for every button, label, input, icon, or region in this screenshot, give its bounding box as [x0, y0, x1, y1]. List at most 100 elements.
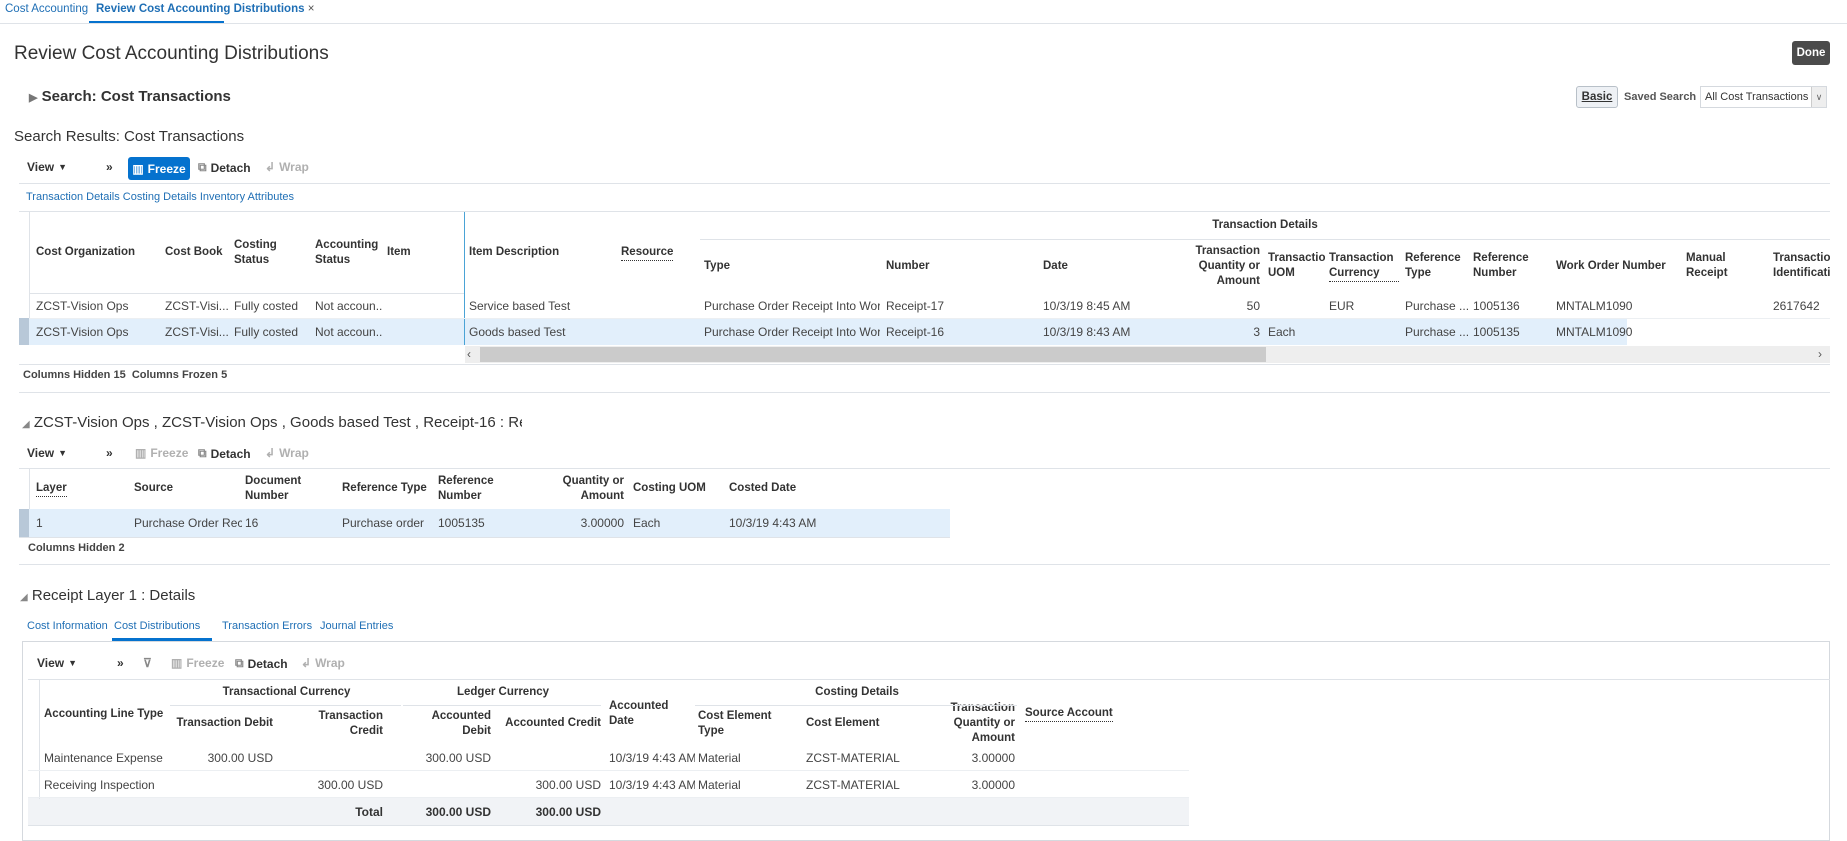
row-selector[interactable]: [19, 318, 29, 345]
basic-button[interactable]: Basic: [1576, 86, 1618, 108]
column-header[interactable]: Accounting Line Type: [44, 700, 164, 728]
detach-button[interactable]: ⧉ Detach: [198, 160, 251, 175]
overflow-icon[interactable]: »: [106, 160, 113, 174]
divider: [700, 239, 1830, 240]
table-cell: 1: [36, 516, 43, 530]
table-cell: Maintenance Expense: [44, 750, 163, 765]
column-header[interactable]: Date: [1043, 239, 1193, 293]
column-header[interactable]: Work Order Number: [1556, 239, 1676, 293]
results-status: Columns Hidden 15 Columns Frozen 5: [23, 369, 228, 381]
column-header[interactable]: Accounted Date: [609, 700, 695, 728]
freeze-button[interactable]: ▥ Freeze: [171, 656, 224, 670]
table-cell: 10/3/19 8:45 AM: [1043, 299, 1131, 313]
search-toggle[interactable]: ▶ Search: Cost Transactions: [29, 88, 231, 105]
table-cell: Purchase ...: [1405, 299, 1468, 313]
column-header[interactable]: Transaction Quantity or Amount: [1195, 239, 1260, 293]
view-menu[interactable]: View ▼: [37, 656, 77, 670]
table-cell: 300.00 USD: [425, 750, 491, 765]
column-header[interactable]: Cost Book: [165, 212, 230, 293]
overflow-icon[interactable]: »: [106, 446, 113, 460]
column-header[interactable]: Manual Receipt: [1686, 239, 1768, 293]
freeze-button[interactable]: ▥ Freeze: [135, 446, 188, 460]
wrap-button[interactable]: ↲ Wrap: [265, 160, 309, 174]
column-header[interactable]: Accounting Status: [315, 212, 383, 293]
column-header[interactable]: Transaction Identification: [1773, 239, 1830, 293]
column-header[interactable]: Costing UOM: [633, 468, 723, 509]
total-accounted-debit: 300.00 USD: [425, 804, 491, 819]
column-header[interactable]: Layer: [36, 468, 106, 509]
saved-search-select[interactable]: All Cost Transactions ∨: [1700, 86, 1827, 108]
view-menu[interactable]: View ▼: [27, 446, 67, 460]
close-tab-icon[interactable]: ×: [308, 3, 315, 15]
table-cell: 1005135: [438, 516, 485, 530]
divider: [29, 212, 30, 318]
column-header[interactable]: Reference Type: [1405, 239, 1468, 293]
group-header: Ledger Currency: [456, 685, 550, 698]
overflow-icon[interactable]: »: [117, 656, 124, 670]
table-cell: 10/3/19 8:43 AM: [1043, 325, 1131, 339]
table-cell: [387, 293, 462, 319]
detach-label: Detach: [210, 160, 251, 175]
table-cell: 3: [1253, 325, 1260, 339]
row-selector[interactable]: [19, 509, 29, 537]
detach-button[interactable]: ⧉ Detach: [198, 446, 251, 461]
column-header[interactable]: Costing Status: [234, 212, 310, 293]
column-header[interactable]: Costed Date: [729, 468, 879, 509]
column-header[interactable]: Accounted Debit: [400, 705, 491, 742]
column-header[interactable]: Cost Organization: [36, 212, 161, 293]
saved-search-value: All Cost Transactions: [1705, 91, 1809, 103]
column-header[interactable]: Number: [886, 239, 1036, 293]
table-cell: [387, 319, 462, 345]
column-header[interactable]: Source Account: [1025, 700, 1145, 728]
scrollbar-thumb[interactable]: [480, 347, 1266, 362]
table-cell: [1025, 744, 1145, 771]
table-cell: Goods based Test: [469, 325, 566, 339]
table-cell: ZCST-MATERIAL: [806, 750, 900, 765]
column-header[interactable]: Accounted Credit: [503, 705, 601, 742]
column-header[interactable]: Transaction UOM: [1268, 239, 1325, 293]
column-header[interactable]: Item Description: [469, 212, 615, 293]
done-button[interactable]: Done: [1792, 41, 1830, 65]
column-header[interactable]: Item: [387, 212, 462, 293]
scroll-right-icon[interactable]: ›: [1818, 347, 1822, 361]
column-header[interactable]: Transaction Currency: [1329, 239, 1399, 293]
detach-icon: ⧉: [235, 656, 244, 670]
divider: [403, 705, 601, 706]
wrap-button[interactable]: ↲ Wrap: [301, 656, 345, 670]
table-cell: Receiving Inspection: [44, 777, 155, 792]
column-header[interactable]: Transaction Debit: [170, 705, 274, 742]
subtab-cost-information[interactable]: Cost Information: [27, 620, 108, 632]
freeze-button[interactable]: ▥ Freeze: [128, 157, 190, 180]
wrap-button[interactable]: ↲ Wrap: [265, 446, 309, 460]
tab-review-cost-accounting-distributions[interactable]: Review Cost Accounting Distributions ×: [96, 3, 314, 15]
layers-section-header[interactable]: ◢ ZCST-Vision Ops , ZCST-Vision Ops , Go…: [22, 414, 522, 431]
table-cell: Fully costed: [234, 325, 299, 339]
column-header[interactable]: Type: [704, 239, 880, 293]
details-section-header[interactable]: ◢ Receipt Layer 1 : Details: [20, 587, 195, 604]
column-header[interactable]: Reference Number: [438, 468, 538, 509]
divider: [464, 212, 465, 345]
column-header[interactable]: Resource: [621, 212, 701, 293]
tab-cost-accounting[interactable]: Cost Accounting: [5, 3, 88, 15]
column-group-links[interactable]: Transaction Details Costing Details Inve…: [26, 191, 294, 203]
column-header[interactable]: Transaction Credit: [283, 705, 383, 742]
subtab-cost-distributions[interactable]: Cost Distributions: [114, 620, 200, 632]
column-header[interactable]: Document Number: [245, 468, 335, 509]
scroll-left-icon[interactable]: ‹: [467, 347, 471, 361]
divider: [170, 705, 401, 706]
subtab-journal-entries[interactable]: Journal Entries: [320, 620, 393, 632]
column-header[interactable]: Reference Number: [1473, 239, 1548, 293]
table-cell: Each: [633, 516, 661, 530]
freeze-icon: ▥: [132, 161, 144, 176]
table-cell: EUR: [1329, 299, 1355, 313]
subtab-transaction-errors[interactable]: Transaction Errors: [222, 620, 312, 632]
column-header[interactable]: Cost Element Type: [698, 705, 798, 742]
view-menu[interactable]: View ▼: [27, 160, 67, 174]
detach-button[interactable]: ⧉ Detach: [235, 656, 288, 671]
column-header[interactable]: Cost Element: [806, 705, 916, 742]
query-by-example-icon[interactable]: ⊽: [143, 656, 152, 670]
column-header[interactable]: Quantity or Amount: [538, 468, 624, 509]
column-header[interactable]: Transaction Quantity or Amount: [915, 702, 1015, 744]
column-header[interactable]: Source: [134, 468, 242, 509]
column-header[interactable]: Reference Type: [342, 468, 432, 509]
